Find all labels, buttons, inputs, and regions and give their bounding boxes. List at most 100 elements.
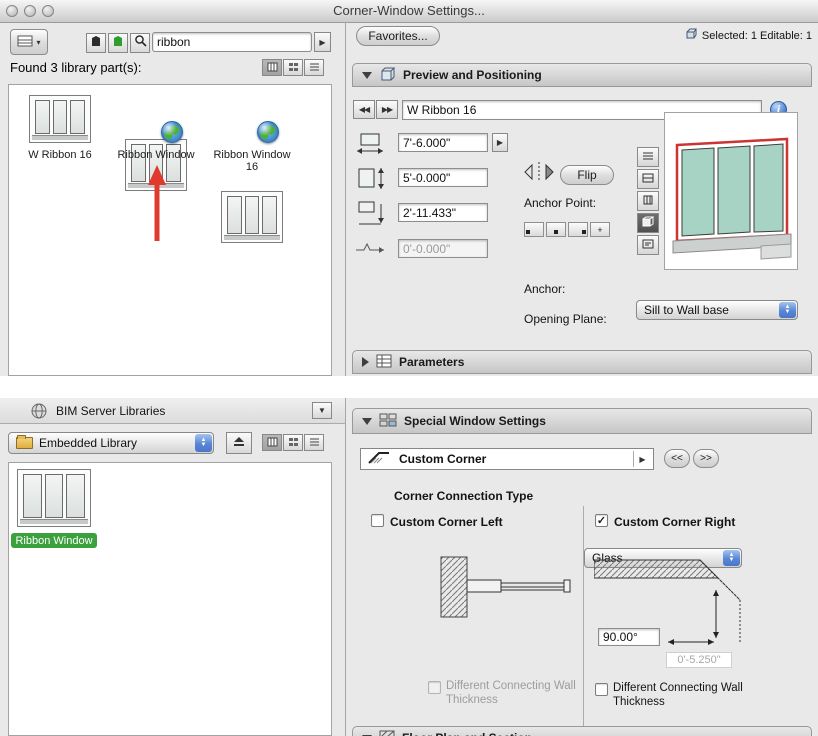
favorites-button[interactable]: Favorites... [356, 26, 440, 46]
mirror-flip-icon [522, 160, 556, 189]
bim-server-libraries-label: BIM Server Libraries [56, 404, 166, 418]
diff-wall-thickness-right-checkbox[interactable] [595, 683, 608, 696]
previous-item-button[interactable]: ◀◀ [353, 100, 375, 119]
window-width-icon [354, 132, 386, 161]
corner-window-settings-dialog: Corner-Window Settings... ▾ ▶ Found 3 li… [0, 0, 818, 736]
library-item-thumbnail[interactable] [221, 191, 283, 243]
width-options-button[interactable]: ▶ [492, 133, 508, 152]
axonometry-mode-icon [642, 214, 655, 232]
preview-mode-info-button[interactable] [637, 235, 659, 255]
width-field[interactable] [398, 133, 488, 152]
diff-wall-thickness-left-checkbox [428, 681, 441, 694]
load-library-button[interactable] [86, 33, 106, 53]
embedded-library-list: Ribbon Window [8, 462, 332, 736]
bim-server-libraries-row[interactable]: BIM Server Libraries ▼ [0, 398, 345, 424]
disclosure-triangle-icon [362, 357, 369, 367]
anchor-point-center-button[interactable] [546, 222, 566, 237]
search-icon [134, 34, 147, 52]
floor-plan-section-header[interactable]: Floor Plan and Section [352, 726, 812, 736]
double-left-arrow-icon: ◀◀ [358, 104, 370, 114]
large-icon-view-icon [267, 434, 278, 452]
next-item-button[interactable]: ▶▶ [376, 100, 398, 119]
preview-mode-plan-button[interactable] [637, 169, 659, 189]
popup-arrows-icon: ▲▼ [779, 302, 796, 318]
custom-corner-left-label[interactable]: Custom Corner Left [390, 515, 503, 529]
chevron-down-icon: ▾ [36, 37, 41, 47]
anchor-right-icon [582, 230, 586, 234]
library-item-label[interactable]: Ribbon Window 16 [211, 149, 293, 173]
level-offset-icon [354, 236, 388, 261]
view-large-icons-button[interactable] [262, 434, 282, 451]
search-input[interactable] [152, 32, 312, 52]
window-title: Corner-Window Settings... [333, 3, 485, 18]
play-arrow-icon: ▶ [496, 138, 504, 147]
custom-corner-selector[interactable]: Custom Corner ▶ [360, 448, 654, 470]
opening-plane-label: Opening Plane: [524, 312, 607, 326]
embedded-library-popup[interactable]: Embedded Library ▲ ▼ [8, 432, 214, 454]
list-view-icon [309, 434, 320, 452]
popup-arrows-icon: ▲▼ [195, 434, 212, 452]
list-mode-icon [642, 148, 654, 166]
corner-distance-value: 0'-5.250" [666, 652, 732, 668]
custom-corner-icon [367, 449, 391, 470]
library-part-icon [90, 34, 102, 52]
selection-cube-icon [685, 27, 697, 45]
anchor-point-left-button[interactable] [524, 222, 544, 237]
special-window-settings-header[interactable]: Special Window Settings [352, 408, 812, 434]
large-icon-view-icon [267, 59, 278, 77]
window-height-icon [354, 166, 386, 197]
anchor-point-right-button[interactable] [568, 222, 588, 237]
anchor-popup[interactable]: Sill to Wall base ▲ ▼ [636, 300, 798, 320]
next-corner-button[interactable]: >> [693, 449, 719, 468]
window-3d-preview[interactable] [664, 112, 798, 270]
library-view-popup-button[interactable]: ▾ [10, 29, 48, 55]
view-list-button[interactable] [304, 434, 324, 451]
preview-positioning-header[interactable]: Preview and Positioning [352, 63, 812, 87]
embedded-library-label: Embedded Library [39, 436, 138, 450]
view-grid-button[interactable] [283, 59, 303, 76]
bim-server-icon [30, 402, 48, 425]
double-right-arrow-icon: ▶▶ [381, 104, 393, 114]
new-library-part-button[interactable] [108, 33, 128, 53]
parameters-header[interactable]: Parameters [352, 350, 812, 374]
height-field[interactable] [398, 168, 488, 187]
preview-mode-list-button[interactable] [637, 147, 659, 167]
search-go-button[interactable]: ▶ [314, 32, 331, 52]
custom-corner-right-label[interactable]: Custom Corner Right [614, 515, 735, 529]
search-mode-button[interactable] [130, 33, 150, 53]
custom-corner-right-checkbox[interactable]: ✓ [595, 514, 608, 527]
library-item-label[interactable]: W Ribbon 16 [11, 149, 109, 161]
libraries-collapse-button[interactable]: ▼ [312, 402, 332, 419]
corner-angle-field[interactable] [598, 628, 660, 646]
library-item-thumbnail[interactable] [29, 95, 91, 143]
sill-height-field[interactable] [398, 203, 488, 222]
flip-button[interactable]: Flip [560, 165, 614, 185]
parameters-panel-icon [376, 354, 392, 371]
selected-library-item-label[interactable]: Ribbon Window [11, 533, 97, 548]
anchor-plus-icon: + [597, 225, 603, 235]
special-settings-panel-icon [379, 412, 397, 430]
selected-library-item-thumbnail[interactable] [17, 469, 91, 527]
library-up-button[interactable] [226, 432, 252, 454]
anchor-left-icon [526, 230, 530, 234]
list-view-icon [309, 59, 320, 77]
list-layout-icon [17, 35, 33, 50]
view-large-icons-button[interactable] [262, 59, 282, 76]
preview-mode-elevation-button[interactable] [637, 191, 659, 211]
floor-plan-section-title: Floor Plan and Section [402, 731, 532, 736]
anchor-popup-value: Sill to Wall base [644, 303, 729, 317]
play-arrow-icon: ▶ [633, 451, 651, 467]
previous-corner-button[interactable]: << [664, 449, 690, 468]
grid-view-icon [288, 59, 299, 77]
view-list-button[interactable] [304, 59, 324, 76]
view-grid-button[interactable] [283, 434, 303, 451]
custom-corner-left-checkbox[interactable] [371, 514, 384, 527]
custom-corner-label: Custom Corner [399, 452, 487, 466]
preview-mode-3d-button[interactable] [637, 213, 659, 233]
anchor-point-custom-button[interactable]: + [590, 222, 610, 237]
preview-panel-icon [379, 66, 396, 85]
found-parts-label: Found 3 library part(s): [10, 60, 142, 75]
anchor-center-icon [554, 230, 558, 234]
library-item-label[interactable]: Ribbon Window [109, 149, 203, 161]
diff-wall-thickness-right-label[interactable]: Different Connecting Wall Thickness [613, 681, 753, 709]
